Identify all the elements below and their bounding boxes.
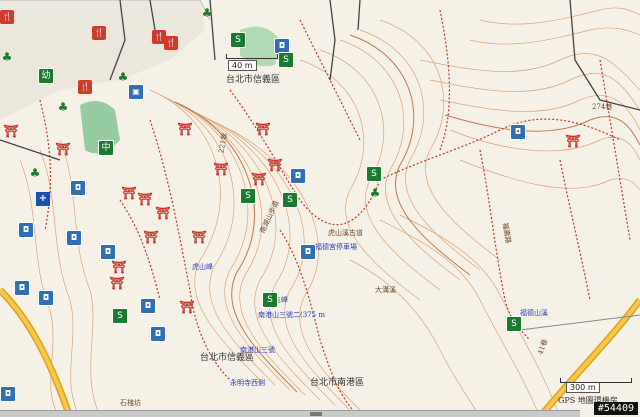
tree-icon: ♣ (57, 100, 69, 114)
temple-icon[interactable]: ⛩ (213, 162, 228, 176)
trailhead-icon[interactable]: S (230, 32, 246, 48)
trailhead-icon[interactable]: S (506, 316, 522, 332)
horizontal-scrollbar[interactable] (0, 410, 580, 417)
camera-icon[interactable]: ◘ (38, 290, 54, 306)
temple-icon[interactable]: ⛩ (3, 124, 18, 138)
temple-icon[interactable]: ⛩ (143, 230, 158, 244)
camera-icon[interactable]: ◘ (510, 124, 526, 140)
peak-label: 南港山三號二(375 m (258, 311, 325, 319)
restaurant-icon[interactable]: 🍴 (78, 80, 92, 94)
trailhead-icon[interactable]: S (112, 308, 128, 324)
poi-label: 永明寺西側 (230, 379, 265, 387)
bus-icon[interactable]: ▣ (128, 84, 144, 100)
tree-icon: ♣ (369, 186, 381, 200)
temple-icon[interactable]: ⛩ (155, 206, 170, 220)
tree-icon: ♣ (29, 166, 41, 180)
temple-icon[interactable]: ⛩ (111, 260, 126, 274)
restaurant-icon[interactable]: 🍴 (0, 10, 14, 24)
trailhead-icon[interactable]: S (282, 192, 298, 208)
district-label: 台北市南港區 (310, 378, 365, 388)
image-id-badge: #54409 (593, 402, 638, 415)
camera-icon[interactable]: ◘ (140, 298, 156, 314)
district-label: 台北市信義區 (226, 75, 281, 85)
tree-icon: ♣ (1, 50, 13, 64)
temple-icon[interactable]: ⛩ (137, 192, 152, 206)
temple-icon[interactable]: ⛩ (191, 230, 206, 244)
camera-icon[interactable]: ◘ (300, 244, 316, 260)
temple-icon[interactable]: ⛩ (255, 122, 270, 136)
tree-icon: ♣ (117, 70, 129, 84)
trailhead-icon[interactable]: S (278, 52, 294, 68)
hospital-icon[interactable]: + (36, 192, 50, 206)
temple-icon[interactable]: ⛩ (177, 122, 192, 136)
landmark-icon[interactable]: 中 (98, 140, 114, 156)
trailhead-icon[interactable]: S (262, 292, 278, 308)
scrollbar-thumb[interactable] (310, 412, 322, 416)
temple-icon[interactable]: ⛩ (179, 300, 194, 314)
temple-icon[interactable]: ⛩ (55, 142, 70, 156)
temple-icon[interactable]: ⛩ (565, 134, 580, 148)
trailhead-icon[interactable]: S (240, 188, 256, 204)
scale-label: 40 m (228, 60, 257, 71)
camera-icon[interactable]: ◘ (70, 180, 86, 196)
road-label: 274巷 (592, 103, 613, 111)
trailhead-icon[interactable]: S (366, 166, 382, 182)
temple-icon[interactable]: ⛩ (109, 276, 124, 290)
camera-icon[interactable]: ◘ (18, 222, 34, 238)
temple-icon[interactable]: ⛩ (267, 158, 282, 172)
camera-icon[interactable]: ◘ (150, 326, 166, 342)
scale-bar (226, 54, 278, 59)
village-label: 大溝溪 (375, 286, 396, 294)
restaurant-icon[interactable]: 🍴 (92, 26, 106, 40)
scale-bar (560, 378, 632, 383)
trail-label: 虎山溪古道 (328, 229, 363, 237)
map-canvas[interactable]: 台北市信義區 台北市信義區 台北市南港區 大溝溪 221巷 274巷 41巷 南… (0, 0, 640, 417)
temple-icon[interactable]: ⛩ (121, 186, 136, 200)
camera-icon[interactable]: ◘ (100, 244, 116, 260)
camera-icon[interactable]: ◘ (66, 230, 82, 246)
peak-label: 虎山峰 (192, 263, 213, 271)
scale-label: 300 m (566, 382, 600, 393)
camera-icon[interactable]: ◘ (14, 280, 30, 296)
landmark-icon[interactable]: 幼 (38, 68, 54, 84)
road-label: 石棧坊 (120, 399, 141, 407)
temple-icon[interactable]: ⛩ (251, 172, 266, 186)
camera-icon[interactable]: ◘ (0, 386, 16, 402)
restaurant-icon[interactable]: 🍴 (164, 36, 178, 50)
poi-label: 南港山三號 (240, 346, 275, 354)
camera-icon[interactable]: ◘ (290, 168, 306, 184)
poi-label: 福德山溪 (520, 309, 548, 317)
poi-label: 福德宮停車場 (315, 243, 357, 251)
tree-icon: ♣ (201, 6, 213, 20)
